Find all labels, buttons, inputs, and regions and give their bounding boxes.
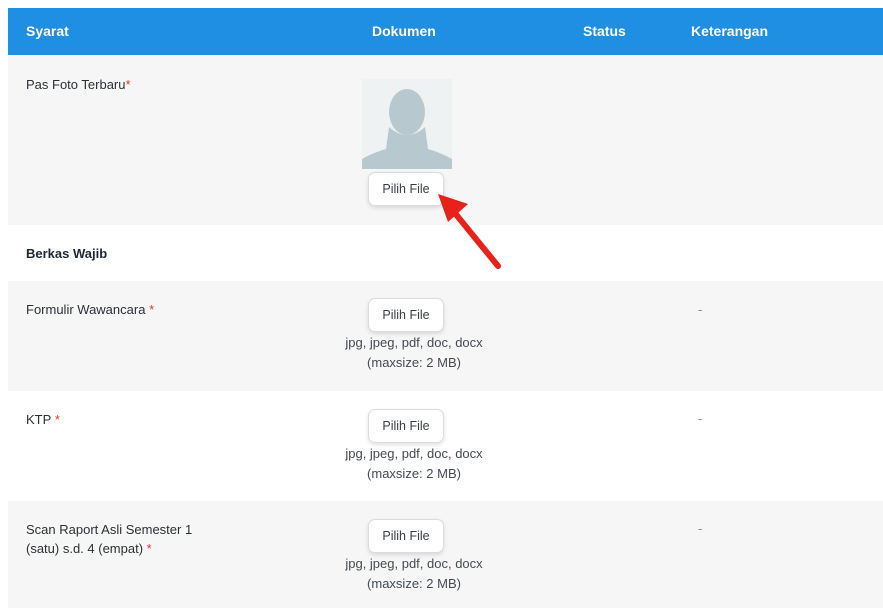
file-maxsize-hint: (maxsize: 2 MB) [367,355,461,370]
avatar-placeholder [362,79,452,169]
file-format-hint: jpg, jpeg, pdf, doc, docx [345,446,483,461]
req-label-ktp: KTP * [26,412,60,427]
header-status: Status [583,23,626,39]
table-row-raport: Scan Raport Asli Semester 1 (satu) s.d. … [8,501,883,608]
red-arrow-icon [438,194,501,269]
pilih-file-button-raport[interactable]: Pilih File [368,519,444,553]
keterangan-value: - [698,411,703,426]
req-label-pas-foto: Pas Foto Terbaru* [26,77,131,92]
file-format-hint: jpg, jpeg, pdf, doc, docx [345,556,483,571]
table-header: Syarat Dokumen Status Keterangan [8,8,883,55]
req-label-formulir: Formulir Wawancara * [26,302,155,317]
person-silhouette-icon [362,79,452,169]
required-star: * [149,302,155,317]
header-syarat: Syarat [26,23,69,39]
file-maxsize-hint: (maxsize: 2 MB) [367,576,461,591]
required-star: * [54,412,60,427]
file-format-hint: jpg, jpeg, pdf, doc, docx [345,335,483,350]
required-star: * [125,77,131,92]
table-row-formulir: Formulir Wawancara * Pilih File jpg, jpe… [8,281,883,391]
required-star: * [146,541,152,556]
header-keterangan: Keterangan [691,23,769,39]
pilih-file-button-ktp[interactable]: Pilih File [368,409,444,443]
table-row-ktp: KTP * Pilih File jpg, jpeg, pdf, doc, do… [8,391,883,501]
pilih-file-button-formulir[interactable]: Pilih File [368,298,444,332]
keterangan-value: - [698,302,703,317]
section-title: Berkas Wajib [26,246,108,261]
keterangan-value: - [698,521,703,536]
file-maxsize-hint: (maxsize: 2 MB) [367,466,461,481]
req-label-raport: Scan Raport Asli Semester 1 (satu) s.d. … [26,522,193,556]
header-dokumen: Dokumen [372,23,436,39]
